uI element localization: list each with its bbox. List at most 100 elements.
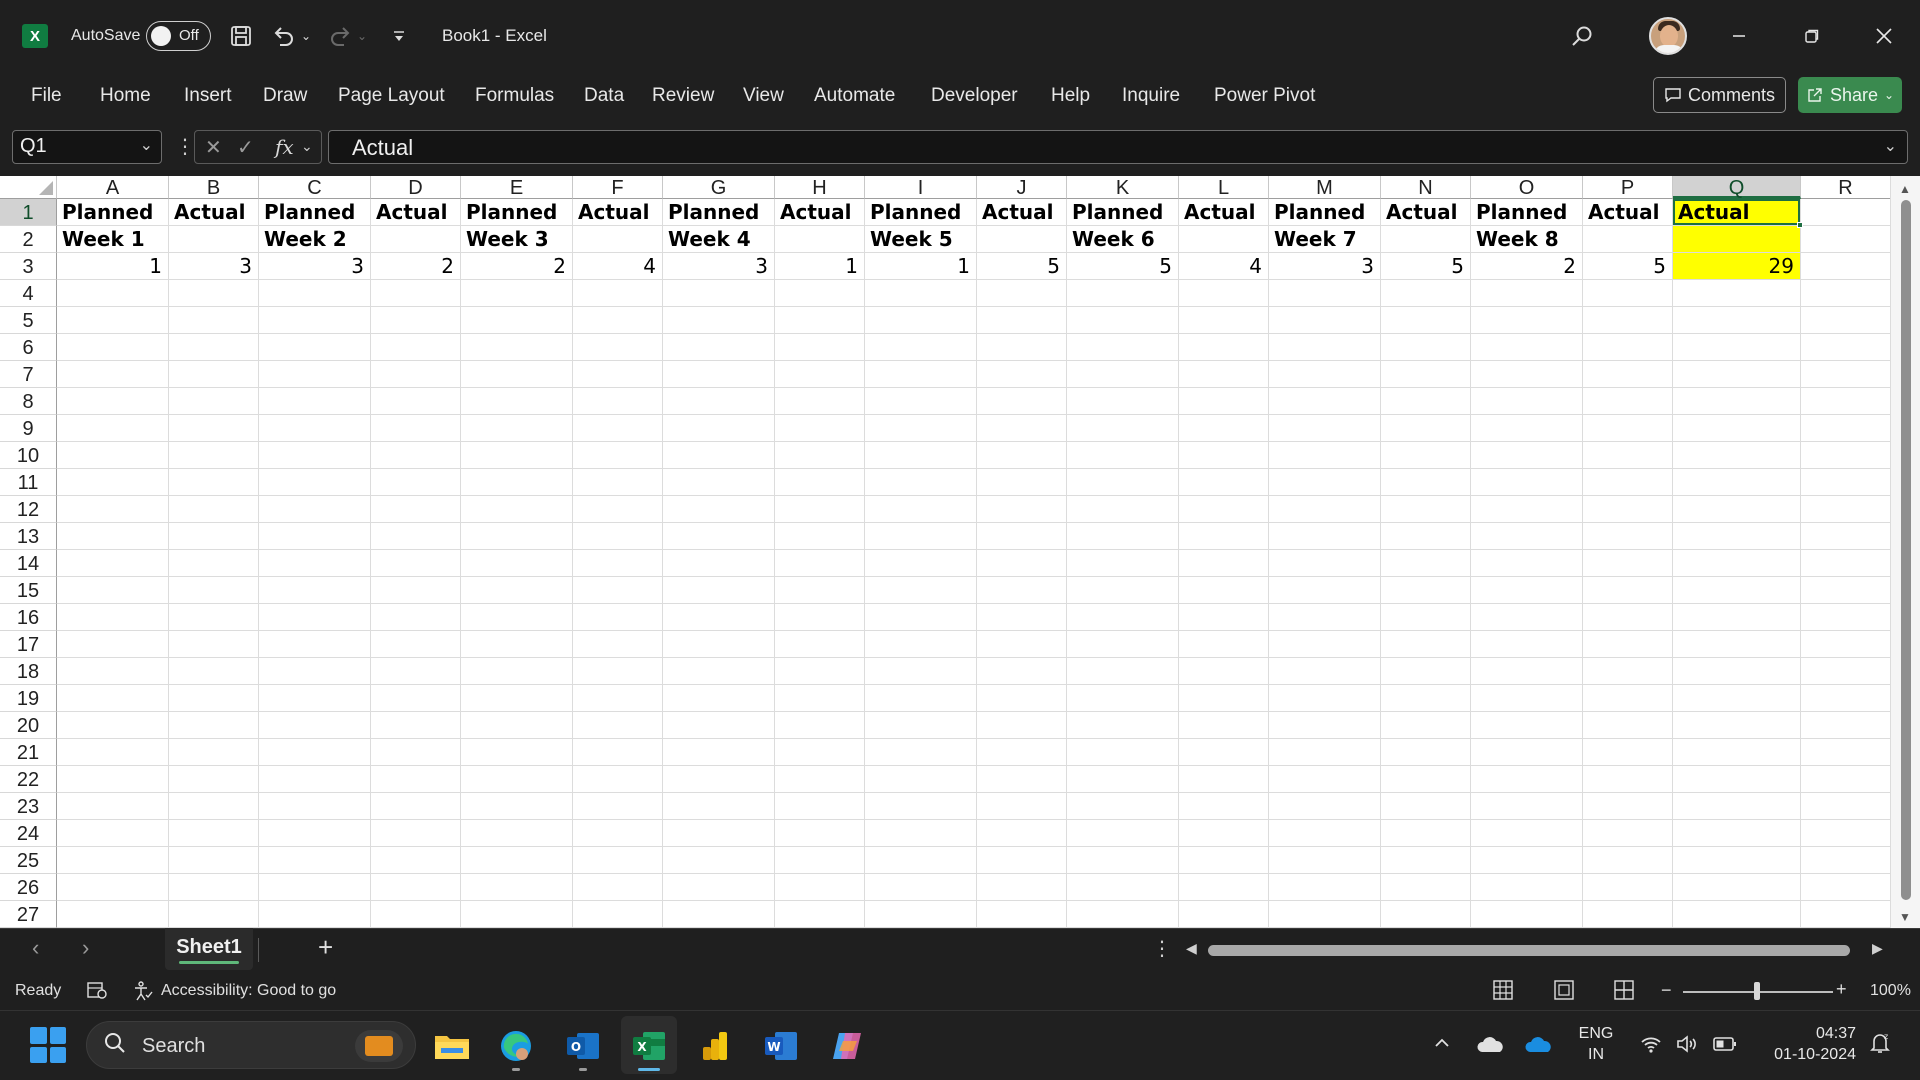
- cell-g4[interactable]: [663, 280, 775, 307]
- cell-m17[interactable]: [1269, 631, 1381, 658]
- tab-view[interactable]: View: [743, 85, 784, 107]
- row-header-6[interactable]: 6: [0, 334, 57, 361]
- cell-p17[interactable]: [1583, 631, 1673, 658]
- cell-j2[interactable]: [977, 226, 1067, 253]
- onedrive-personal-icon[interactable]: [1476, 1034, 1506, 1059]
- cell-o11[interactable]: [1471, 469, 1583, 496]
- autosave-toggle[interactable]: Off: [146, 21, 211, 51]
- cell-l5[interactable]: [1179, 307, 1269, 334]
- column-header-e[interactable]: E: [461, 176, 573, 199]
- cell-q12[interactable]: [1673, 496, 1801, 523]
- cell-r19[interactable]: [1801, 685, 1891, 712]
- cell-p12[interactable]: [1583, 496, 1673, 523]
- cell-a10[interactable]: [57, 442, 169, 469]
- cell-a3[interactable]: 1: [57, 253, 169, 280]
- cell-q21[interactable]: [1673, 739, 1801, 766]
- cell-i20[interactable]: [865, 712, 977, 739]
- cell-f3[interactable]: 4: [573, 253, 663, 280]
- page-break-view-icon[interactable]: [1613, 979, 1635, 1006]
- cell-d14[interactable]: [371, 550, 461, 577]
- cell-b25[interactable]: [169, 847, 259, 874]
- cell-n25[interactable]: [1381, 847, 1471, 874]
- cell-q5[interactable]: [1673, 307, 1801, 334]
- cell-c26[interactable]: [259, 874, 371, 901]
- cell-n8[interactable]: [1381, 388, 1471, 415]
- cell-l24[interactable]: [1179, 820, 1269, 847]
- column-header-n[interactable]: N: [1381, 176, 1471, 199]
- cell-f19[interactable]: [573, 685, 663, 712]
- row-header-12[interactable]: 12: [0, 496, 57, 523]
- cell-q2[interactable]: [1673, 226, 1801, 253]
- cell-b17[interactable]: [169, 631, 259, 658]
- cell-c4[interactable]: [259, 280, 371, 307]
- cell-e10[interactable]: [461, 442, 573, 469]
- cell-g5[interactable]: [663, 307, 775, 334]
- cell-h12[interactable]: [775, 496, 865, 523]
- cell-d21[interactable]: [371, 739, 461, 766]
- cell-b2[interactable]: [169, 226, 259, 253]
- row-header-5[interactable]: 5: [0, 307, 57, 334]
- cell-f26[interactable]: [573, 874, 663, 901]
- cell-f12[interactable]: [573, 496, 663, 523]
- language-indicator[interactable]: ENG IN: [1575, 1023, 1617, 1065]
- cell-f21[interactable]: [573, 739, 663, 766]
- cell-e3[interactable]: 2: [461, 253, 573, 280]
- cell-o9[interactable]: [1471, 415, 1583, 442]
- cell-q1[interactable]: Actual: [1673, 199, 1801, 226]
- cell-h5[interactable]: [775, 307, 865, 334]
- cell-r17[interactable]: [1801, 631, 1891, 658]
- cell-q19[interactable]: [1673, 685, 1801, 712]
- cell-e4[interactable]: [461, 280, 573, 307]
- cell-b4[interactable]: [169, 280, 259, 307]
- cell-c24[interactable]: [259, 820, 371, 847]
- row-header-1[interactable]: 1: [0, 199, 57, 226]
- cell-f11[interactable]: [573, 469, 663, 496]
- vertical-scrollbar[interactable]: ▲ ▼: [1890, 176, 1920, 928]
- cell-k3[interactable]: 5: [1067, 253, 1179, 280]
- cell-i2[interactable]: Week 5: [865, 226, 977, 253]
- column-header-p[interactable]: P: [1583, 176, 1673, 199]
- cell-c5[interactable]: [259, 307, 371, 334]
- cell-p27[interactable]: [1583, 901, 1673, 928]
- cell-a8[interactable]: [57, 388, 169, 415]
- column-header-r[interactable]: R: [1801, 176, 1891, 199]
- cell-k12[interactable]: [1067, 496, 1179, 523]
- cell-d25[interactable]: [371, 847, 461, 874]
- cell-c23[interactable]: [259, 793, 371, 820]
- select-all-corner[interactable]: [0, 176, 57, 199]
- word-icon[interactable]: W: [759, 1024, 803, 1068]
- cell-o21[interactable]: [1471, 739, 1583, 766]
- cell-r7[interactable]: [1801, 361, 1891, 388]
- cell-h13[interactable]: [775, 523, 865, 550]
- cell-q11[interactable]: [1673, 469, 1801, 496]
- cell-a20[interactable]: [57, 712, 169, 739]
- cell-q14[interactable]: [1673, 550, 1801, 577]
- cell-p11[interactable]: [1583, 469, 1673, 496]
- cell-p9[interactable]: [1583, 415, 1673, 442]
- cell-k22[interactable]: [1067, 766, 1179, 793]
- cell-p4[interactable]: [1583, 280, 1673, 307]
- cell-i6[interactable]: [865, 334, 977, 361]
- cell-c16[interactable]: [259, 604, 371, 631]
- cell-c7[interactable]: [259, 361, 371, 388]
- cell-g8[interactable]: [663, 388, 775, 415]
- show-hidden-icons-icon[interactable]: [1432, 1033, 1452, 1058]
- cell-k10[interactable]: [1067, 442, 1179, 469]
- cell-r18[interactable]: [1801, 658, 1891, 685]
- tab-formulas[interactable]: Formulas: [475, 85, 554, 107]
- cell-j5[interactable]: [977, 307, 1067, 334]
- cell-o13[interactable]: [1471, 523, 1583, 550]
- sheet-tab-sheet1[interactable]: Sheet1: [165, 928, 253, 970]
- cell-c13[interactable]: [259, 523, 371, 550]
- tab-draw[interactable]: Draw: [263, 85, 307, 107]
- cell-o27[interactable]: [1471, 901, 1583, 928]
- cell-d26[interactable]: [371, 874, 461, 901]
- cell-e19[interactable]: [461, 685, 573, 712]
- cell-h2[interactable]: [775, 226, 865, 253]
- cell-a18[interactable]: [57, 658, 169, 685]
- cell-l25[interactable]: [1179, 847, 1269, 874]
- column-header-d[interactable]: D: [371, 176, 461, 199]
- cell-d11[interactable]: [371, 469, 461, 496]
- name-box[interactable]: Q1 ⌄: [12, 130, 162, 164]
- cell-h21[interactable]: [775, 739, 865, 766]
